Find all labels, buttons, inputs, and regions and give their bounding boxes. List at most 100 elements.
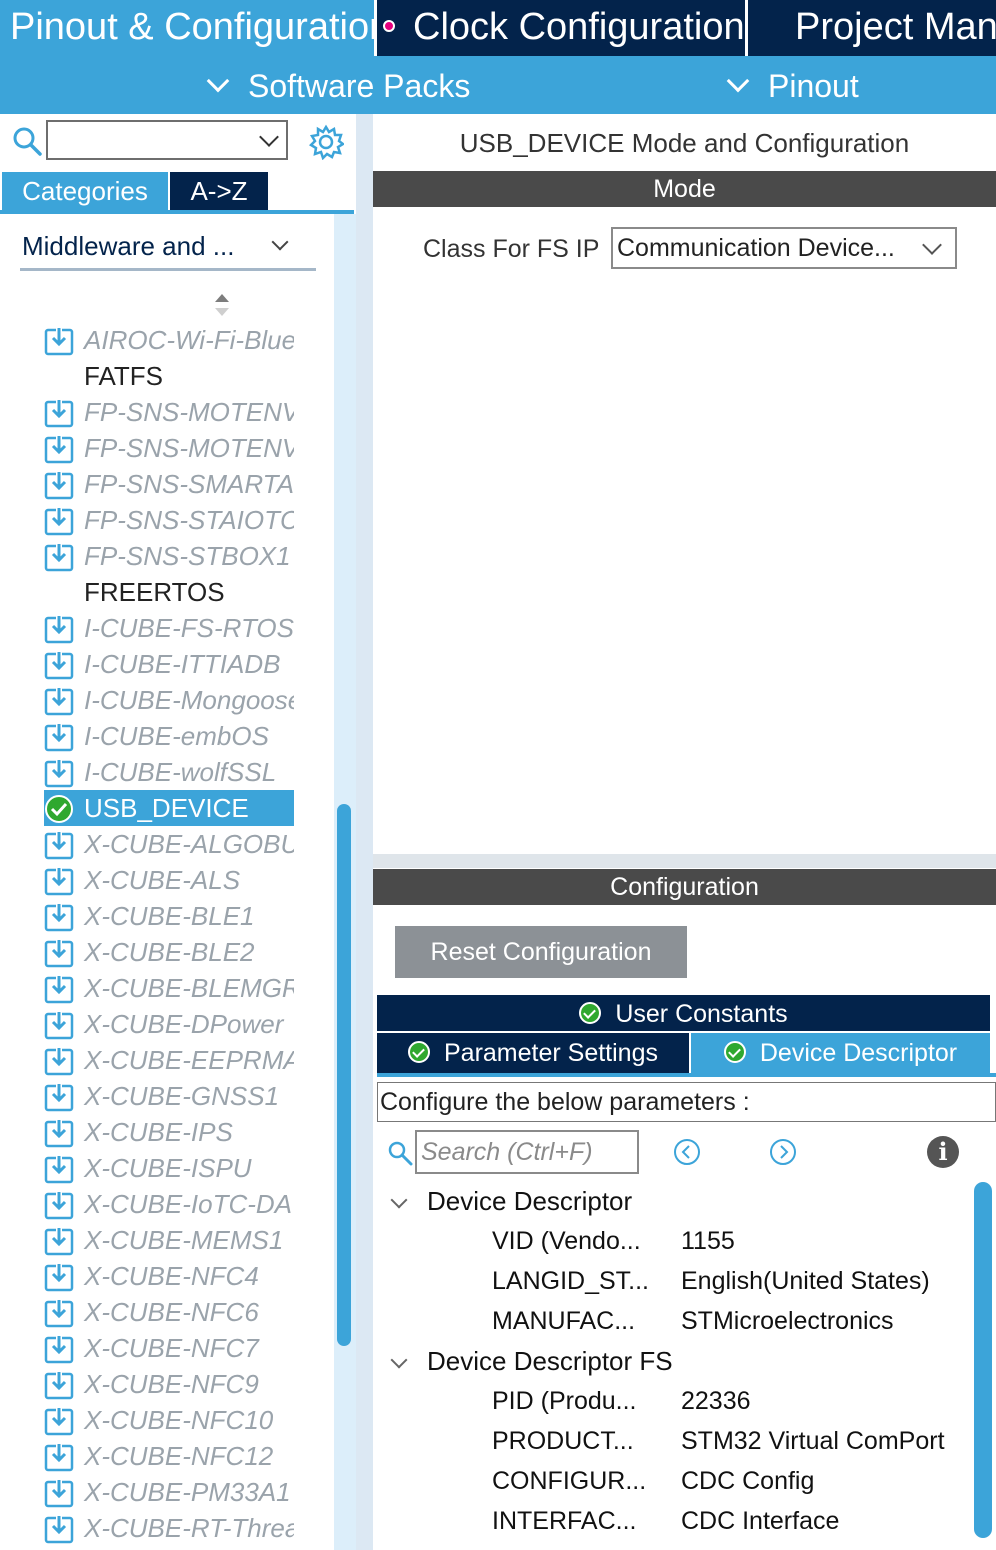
package-item[interactable]: X-CUBE-NFC10 (44, 1402, 294, 1438)
download-icon (44, 1262, 74, 1292)
package-item[interactable]: FP-SNS-STAIOTC (44, 502, 294, 538)
software-packs-label: Software Packs (248, 68, 471, 104)
tree-group[interactable]: Device Descriptor FS (387, 1341, 673, 1381)
chevron-down-icon[interactable] (390, 1351, 408, 1369)
package-item[interactable]: X-CUBE-IPS (44, 1114, 294, 1150)
download-icon (44, 938, 74, 968)
package-item[interactable]: X-CUBE-MEMS1 (44, 1222, 294, 1258)
search-icon[interactable] (12, 126, 42, 156)
check-icon (579, 1002, 602, 1025)
package-item-label: I-CUBE-ITTIADB (84, 649, 281, 679)
tab-device-descriptor[interactable]: Device Descriptor (691, 1033, 990, 1073)
tab-clock-configuration[interactable]: Clock Configuration (377, 0, 745, 56)
right-panel: USB_DEVICE Mode and Configuration Mode C… (373, 114, 996, 1550)
tree-group[interactable]: Device Descriptor (387, 1181, 632, 1221)
package-item[interactable]: X-CUBE-PM33A1 (44, 1474, 294, 1510)
previous-icon[interactable] (673, 1138, 701, 1166)
download-icon (44, 506, 74, 536)
parameter-value[interactable]: CDC Config (681, 1461, 814, 1501)
package-item[interactable]: I-CUBE-Mongoose (44, 682, 294, 718)
info-icon[interactable]: i (927, 1136, 959, 1168)
software-packs-menu[interactable]: Software Packs (206, 56, 471, 114)
parameter-value[interactable]: CDC Interface (681, 1501, 839, 1541)
download-icon (44, 1046, 74, 1076)
package-item[interactable]: X-CUBE-NFC9 (44, 1366, 294, 1402)
tab-parameter-settings[interactable]: Parameter Settings (377, 1033, 689, 1073)
package-item[interactable]: I-CUBE-ITTIADB (44, 646, 294, 682)
tab-pinout-configuration[interactable]: Pinout & Configuration (0, 0, 374, 56)
package-item[interactable]: X-CUBE-DPower (44, 1006, 294, 1042)
package-item[interactable]: X-CUBE-BLE2 (44, 934, 294, 970)
package-item[interactable]: I-CUBE-embOS (44, 718, 294, 754)
parameter-row[interactable]: PRODUCT... STM32 Virtual ComPort (492, 1421, 962, 1461)
package-item[interactable]: FATFS (44, 358, 294, 394)
category-select[interactable]: Middleware and ... (22, 226, 316, 270)
download-icon (44, 866, 74, 896)
tab-a-z-label: A->Z (190, 176, 248, 206)
package-item[interactable]: FP-SNS-STBOX1 (44, 538, 294, 574)
parameter-row[interactable]: LANGID_ST... English(United States) (492, 1261, 962, 1301)
package-item[interactable]: FP-SNS-MOTENV (44, 394, 294, 430)
reset-configuration-button[interactable]: Reset Configuration (395, 926, 687, 978)
package-item[interactable]: I-CUBE-wolfSSL (44, 754, 294, 790)
parameter-value[interactable]: STMicroelectronics (681, 1301, 894, 1341)
chevron-down-icon (206, 69, 230, 93)
tab-a-z[interactable]: A->Z (170, 172, 268, 210)
download-icon (44, 398, 74, 428)
package-item[interactable]: X-CUBE-ALGOBU (44, 826, 294, 862)
parameter-row[interactable]: MANUFAC... STMicroelectronics (492, 1301, 962, 1341)
parameter-row[interactable]: VID (Vendo... 1155 (492, 1221, 962, 1261)
package-item[interactable]: X-CUBE-ALS (44, 862, 294, 898)
tab-user-constants[interactable]: User Constants (377, 995, 990, 1031)
parameter-value[interactable]: 22336 (681, 1381, 751, 1421)
package-item[interactable]: USB_DEVICE (44, 790, 294, 826)
package-item[interactable]: X-CUBE-RT-Threa (44, 1510, 294, 1546)
tab-project-manager[interactable]: Project Man (748, 0, 996, 56)
search-combo-input[interactable] (46, 120, 288, 160)
parameter-row[interactable]: INTERFAC... CDC Interface (492, 1501, 962, 1541)
package-item[interactable]: X-CUBE-BLE1 (44, 898, 294, 934)
package-item[interactable]: I-CUBE-FS-RTOS (44, 610, 294, 646)
parameter-name: VID (Vendo... (492, 1227, 641, 1255)
package-item[interactable]: FREERTOS (44, 574, 294, 610)
package-item[interactable]: AIROC-Wi-Fi-Blue (44, 322, 294, 358)
package-item-label: X-CUBE-NFC9 (84, 1369, 259, 1399)
package-item[interactable]: FP-SNS-MOTENV (44, 430, 294, 466)
package-item[interactable]: X-CUBE-NFC12 (44, 1438, 294, 1474)
parameter-value[interactable]: 1155 (681, 1221, 735, 1261)
next-icon[interactable] (769, 1138, 797, 1166)
package-item[interactable]: X-CUBE-NFC4 (44, 1258, 294, 1294)
parameter-row[interactable]: CONFIGUR... CDC Config (492, 1461, 962, 1501)
package-item[interactable]: X-CUBE-ISPU (44, 1150, 294, 1186)
parameter-search-input[interactable]: Search (Ctrl+F) (415, 1130, 639, 1174)
scrollbar-thumb[interactable] (974, 1182, 992, 1538)
parameter-row[interactable]: PID (Produ... 22336 (492, 1381, 962, 1421)
package-item[interactable]: X-CUBE-BLEMGR (44, 970, 294, 1006)
parameter-value[interactable]: STM32 Virtual ComPort (681, 1421, 945, 1461)
parameter-name: INTERFAC... (492, 1507, 637, 1535)
gear-icon[interactable] (308, 124, 344, 160)
parameter-search-placeholder: Search (Ctrl+F) (421, 1138, 593, 1166)
package-item[interactable]: FP-SNS-SMARTA (44, 466, 294, 502)
package-item[interactable]: X-CUBE-NFC7 (44, 1330, 294, 1366)
package-item[interactable]: X-CUBE-EEPRMA (44, 1042, 294, 1078)
tab-underline (377, 1073, 996, 1077)
package-item[interactable]: X-CUBE-IoTC-DA (44, 1186, 294, 1222)
pinout-label: Pinout (768, 68, 859, 104)
download-icon (44, 686, 74, 716)
package-item-label: X-CUBE-NFC6 (84, 1297, 259, 1327)
download-icon (44, 1154, 74, 1184)
parameter-value[interactable]: English(United States) (681, 1261, 930, 1301)
package-item-label: FP-SNS-MOTENV (84, 397, 294, 427)
chevron-down-icon[interactable] (259, 127, 279, 147)
pinout-menu[interactable]: Pinout (726, 56, 859, 114)
chevron-down-icon[interactable] (390, 1191, 408, 1209)
splitter[interactable] (373, 854, 996, 868)
package-item[interactable]: X-CUBE-NFC6 (44, 1294, 294, 1330)
class-for-fs-ip-select[interactable]: Communication Device... (611, 227, 957, 269)
package-item[interactable]: X-CUBE-GNSS1 (44, 1078, 294, 1114)
sort-icon[interactable] (213, 292, 231, 318)
tab-categories[interactable]: Categories (2, 172, 168, 210)
scrollbar-thumb[interactable] (337, 804, 351, 1346)
panel-divider[interactable] (356, 114, 373, 1550)
